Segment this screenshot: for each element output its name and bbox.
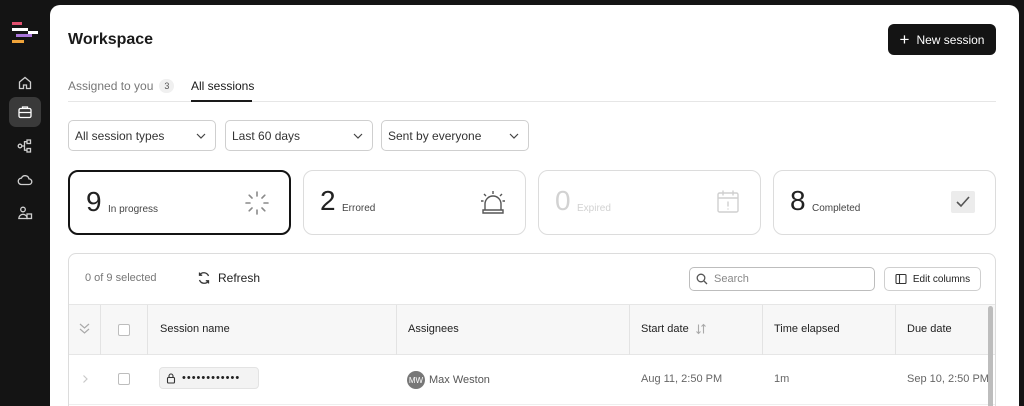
session-name-chip[interactable]: ••••••••••••: [159, 367, 259, 389]
user-shapes-icon: [18, 206, 33, 220]
sort-icon[interactable]: [695, 323, 707, 335]
refresh-label: Refresh: [218, 271, 261, 285]
stat-card-completed[interactable]: 8 Completed: [773, 170, 996, 235]
stat-label: Errored: [342, 203, 376, 214]
stat-card-errored[interactable]: 2 Errored: [303, 170, 526, 235]
table-header: Session name Assignees Start date Time e…: [69, 304, 995, 356]
refresh-icon: [198, 272, 210, 284]
tab-all-sessions[interactable]: All sessions: [191, 76, 254, 96]
due-date-cell: Sep 10, 2:50 PM: [907, 373, 989, 385]
new-session-button[interactable]: + New session: [888, 24, 996, 55]
stat-count: 8: [790, 185, 806, 216]
nav-users[interactable]: [9, 198, 41, 228]
tab-label: Assigned to you: [68, 79, 154, 93]
stat-count: 2: [320, 185, 336, 216]
chevron-down-icon: [509, 133, 519, 139]
selection-count: 0 of 9 selected: [85, 272, 157, 284]
row-checkbox[interactable]: [118, 373, 130, 385]
filter-value: All session types: [75, 128, 165, 143]
date-range-filter[interactable]: Last 60 days: [225, 120, 373, 151]
chevron-down-icon: [196, 133, 206, 139]
nav-workflows[interactable]: [9, 131, 41, 161]
columns-icon: [895, 273, 907, 285]
refresh-button[interactable]: Refresh: [197, 271, 260, 285]
table-scrollbar[interactable]: [988, 306, 993, 406]
stat-label: Completed: [812, 203, 861, 214]
filter-value: Last 60 days: [232, 128, 301, 143]
chevron-down-icon: [353, 133, 363, 139]
sender-filter[interactable]: Sent by everyone: [381, 120, 529, 151]
edit-columns-button[interactable]: Edit columns: [884, 267, 981, 291]
column-separator: [629, 305, 630, 356]
home-icon: [18, 76, 32, 90]
calendar-alert-icon: [717, 190, 739, 213]
stat-label: In progress: [108, 204, 159, 215]
stat-card-in-progress[interactable]: 9 In progress: [68, 170, 291, 235]
nav-workspace[interactable]: [9, 97, 41, 127]
collapse-all-icon[interactable]: [78, 322, 91, 335]
select-all-checkbox[interactable]: [118, 324, 130, 336]
chevron-right-icon[interactable]: [80, 374, 90, 384]
column-separator: [762, 305, 763, 356]
session-name: ••••••••••••: [182, 372, 241, 384]
session-type-filter[interactable]: All session types: [68, 120, 216, 151]
tab-label: All sessions: [191, 79, 255, 93]
column-separator: [147, 305, 148, 356]
tab-count-badge: 3: [159, 79, 175, 93]
tab-assigned-to-you[interactable]: Assigned to you 3: [68, 76, 175, 96]
stat-label: Expired: [577, 203, 611, 214]
app-logo[interactable]: [12, 22, 38, 44]
workspace-panel: Workspace + New session Assigned to you …: [50, 5, 1019, 406]
briefcase-icon: [18, 106, 32, 119]
stat-card-expired[interactable]: 0 Expired: [538, 170, 761, 235]
column-header-time-elapsed[interactable]: Time elapsed: [774, 323, 840, 335]
search-placeholder: Search: [714, 273, 749, 285]
new-session-label: New session: [916, 32, 985, 47]
time-elapsed-cell: 1m: [774, 373, 790, 385]
lock-icon: [166, 372, 176, 384]
tab-bar: Assigned to you 3 All sessions: [68, 71, 996, 102]
table-row[interactable]: •••••••••••• MW Max Weston Aug 11, 2:50 …: [69, 355, 995, 405]
active-tab-indicator: [191, 100, 252, 102]
nav-cloud[interactable]: [9, 165, 41, 195]
nav-rail: [0, 0, 50, 406]
column-header-session-name[interactable]: Session name: [160, 323, 230, 335]
search-icon: [696, 273, 708, 285]
column-header-due-date[interactable]: Due date: [907, 323, 952, 335]
plus-icon: +: [899, 30, 910, 49]
nav-home[interactable]: [9, 68, 41, 98]
loading-spinner-icon: [245, 191, 269, 215]
start-date-cell: Aug 11, 2:50 PM: [641, 373, 723, 385]
column-separator: [396, 305, 397, 356]
assignee: MW Max Weston: [407, 371, 490, 389]
cloud-icon: [17, 175, 33, 186]
edit-columns-label: Edit columns: [912, 273, 971, 285]
assignee-name: Max Weston: [429, 374, 490, 386]
page-title: Workspace: [68, 31, 154, 48]
stat-count: 0: [555, 185, 571, 216]
flow-icon: [17, 139, 32, 153]
search-input[interactable]: Search: [689, 267, 875, 291]
column-header-assignees[interactable]: Assignees: [408, 323, 459, 335]
column-separator: [100, 305, 101, 356]
checkmark-icon: [951, 191, 975, 213]
avatar: MW: [407, 371, 425, 389]
filter-value: Sent by everyone: [388, 128, 482, 143]
alarm-siren-icon: [481, 191, 505, 214]
sessions-table-panel: 0 of 9 selected Refresh Search Edit colu…: [68, 253, 996, 406]
stat-count: 9: [86, 186, 102, 217]
column-header-start-date[interactable]: Start date: [641, 323, 707, 335]
column-separator: [895, 305, 896, 356]
column-header-label: Start date: [641, 323, 689, 335]
